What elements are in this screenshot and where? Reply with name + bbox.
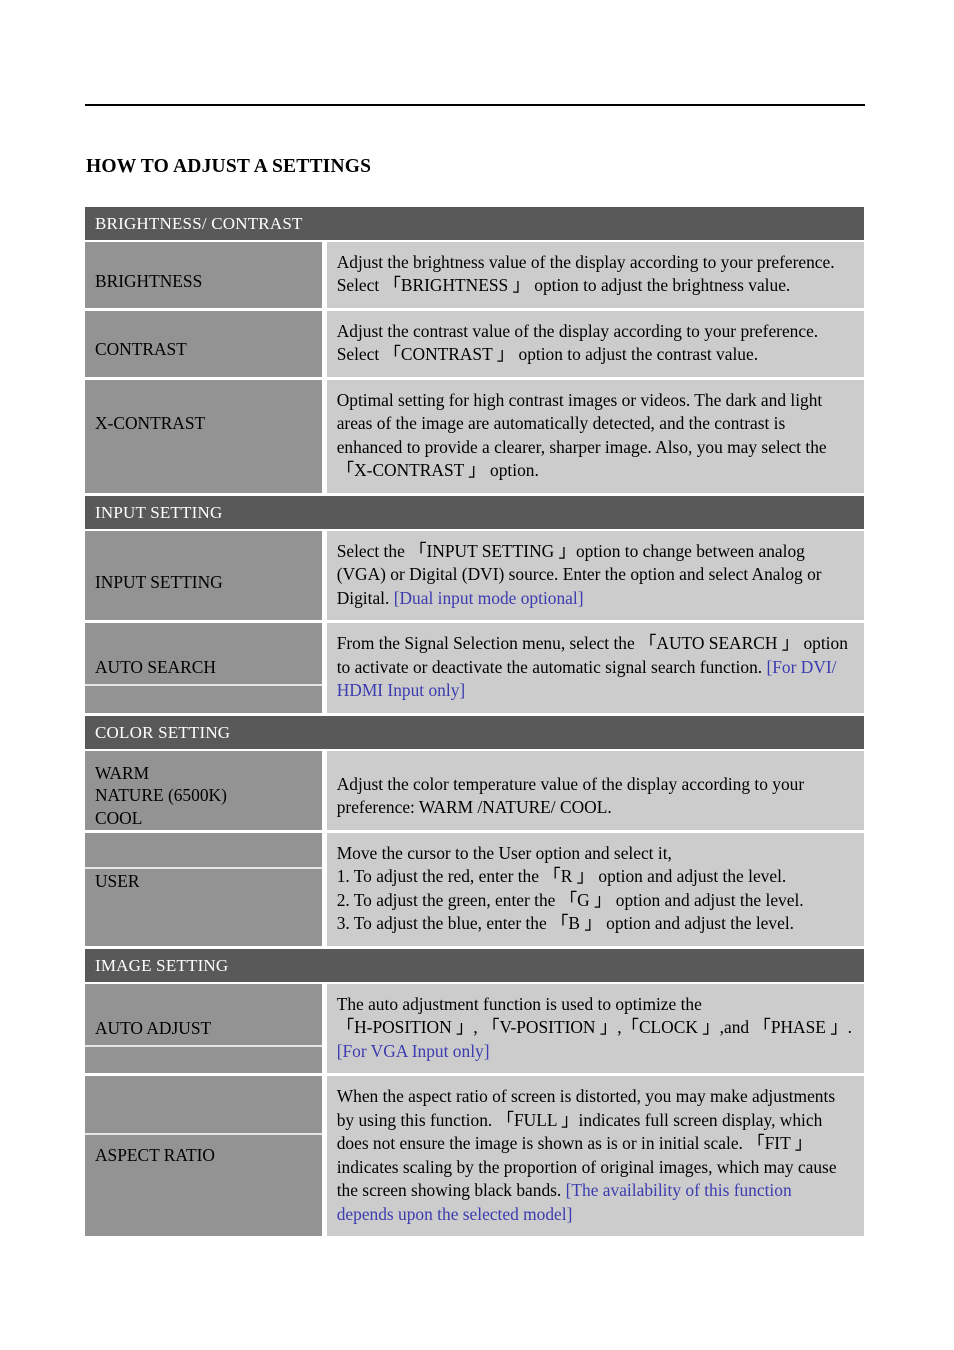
description-line: Move the cursor to the User option and s…: [336, 842, 672, 863]
cell-sub-divider: [85, 1133, 322, 1136]
setting-label-aspect-ratio: ASPECT RATIO: [95, 1145, 215, 1166]
setting-description-input-setting: Select the 「INPUT SETTING 」option to cha…: [326, 530, 864, 624]
setting-label-auto-adjust: AUTO ADJUST: [95, 1017, 212, 1038]
table-row: AUTO ADJUST The auto adjustment function…: [85, 983, 864, 1077]
section-header-row: INPUT SETTING: [85, 495, 864, 531]
description-line: 1. To adjust the red, enter the 「R 」 opt…: [336, 866, 787, 887]
setting-label-cell-auto-search: AUTO SEARCH: [85, 623, 327, 716]
table-row: ASPECT RATIO When the aspect ratio of sc…: [85, 1076, 864, 1240]
setting-label-brightness: BRIGHTNESS: [95, 271, 203, 291]
setting-label-cell-brightness: BRIGHTNESS: [85, 242, 327, 311]
table-row: USER Move the cursor to the User option …: [85, 832, 864, 949]
section-header-color-setting: COLOR SETTING: [85, 715, 864, 751]
setting-label-input-setting: INPUT SETTING: [95, 571, 223, 592]
table-row: WARM NATURE (6500K) COOL Adjust the colo…: [85, 750, 864, 833]
section-header-input-setting: INPUT SETTING: [85, 495, 864, 531]
setting-label-auto-search: AUTO SEARCH: [95, 657, 216, 678]
description-note: [For VGA Input only]: [336, 1040, 490, 1061]
description-line: 3. To adjust the blue, enter the 「B 」 op…: [336, 913, 794, 934]
page-title: HOW TO ADJUST A SETTINGS: [86, 156, 372, 178]
setting-label-cell-contrast: CONTRAST: [85, 310, 327, 380]
setting-label-contrast: CONTRAST: [95, 338, 187, 359]
document-page: HOW TO ADJUST A SETTINGS BRIGHTNESS/ CON…: [0, 0, 954, 1350]
table-row: CONTRAST Adjust the contrast value of th…: [85, 310, 864, 380]
setting-description-aspect-ratio: When the aspect ratio of screen is disto…: [326, 1076, 864, 1240]
setting-description-brightness: Adjust the brightness value of the displ…: [326, 242, 864, 311]
description-line: 2. To adjust the green, enter the 「G 」 o…: [336, 889, 804, 910]
setting-description-x-contrast: Optimal setting for high contrast images…: [326, 379, 864, 496]
table-row: BRIGHTNESS Adjust the brightness value o…: [85, 242, 864, 311]
section-header-row: IMAGE SETTING: [85, 948, 864, 984]
setting-label-cell-color-temperature: WARM NATURE (6500K) COOL: [85, 750, 327, 833]
header-rule: [85, 104, 865, 106]
setting-description-contrast: Adjust the contrast value of the display…: [326, 310, 864, 380]
setting-description-user: Move the cursor to the User option and s…: [326, 832, 864, 949]
description-line: The auto adjustment function is used to …: [336, 993, 702, 1014]
setting-label-cell-x-contrast: X-CONTRAST: [85, 379, 327, 496]
description-note: [Dual input mode optional]: [393, 587, 584, 608]
table-row: X-CONTRAST Optimal setting for high cont…: [85, 379, 864, 496]
setting-label-cell-input-setting: INPUT SETTING: [85, 530, 327, 624]
cell-sub-divider: [85, 683, 322, 686]
setting-label-color-temperature: WARM NATURE (6500K) COOL: [95, 762, 227, 829]
setting-label-cell-user: USER: [85, 832, 327, 949]
setting-label-x-contrast: X-CONTRAST: [95, 412, 206, 433]
setting-label-cell-auto-adjust: AUTO ADJUST: [85, 983, 327, 1077]
section-header-row: COLOR SETTING: [85, 715, 864, 751]
setting-description-auto-adjust: The auto adjustment function is used to …: [326, 983, 864, 1077]
cell-sub-divider: [85, 1045, 322, 1048]
setting-description-color-temperature: Adjust the color temperature value of th…: [326, 750, 864, 833]
settings-table: BRIGHTNESS/ CONTRAST BRIGHTNESS Adjust t…: [85, 207, 864, 1240]
cell-sub-divider: [85, 866, 322, 869]
setting-label-user: USER: [95, 870, 140, 891]
description-line: 「H-POSITION 」, 「V-POSITION 」,「CLOCK 」,an…: [336, 1017, 852, 1038]
setting-label-cell-aspect-ratio: ASPECT RATIO: [85, 1076, 327, 1240]
setting-description-auto-search: From the Signal Selection menu, select t…: [326, 623, 864, 716]
section-header-row: BRIGHTNESS/ CONTRAST: [85, 207, 864, 242]
section-header-brightness-contrast: BRIGHTNESS/ CONTRAST: [85, 207, 864, 242]
table-row: INPUT SETTING Select the 「INPUT SETTING …: [85, 530, 864, 624]
section-header-image-setting: IMAGE SETTING: [85, 948, 864, 984]
table-row: AUTO SEARCH From the Signal Selection me…: [85, 623, 864, 716]
